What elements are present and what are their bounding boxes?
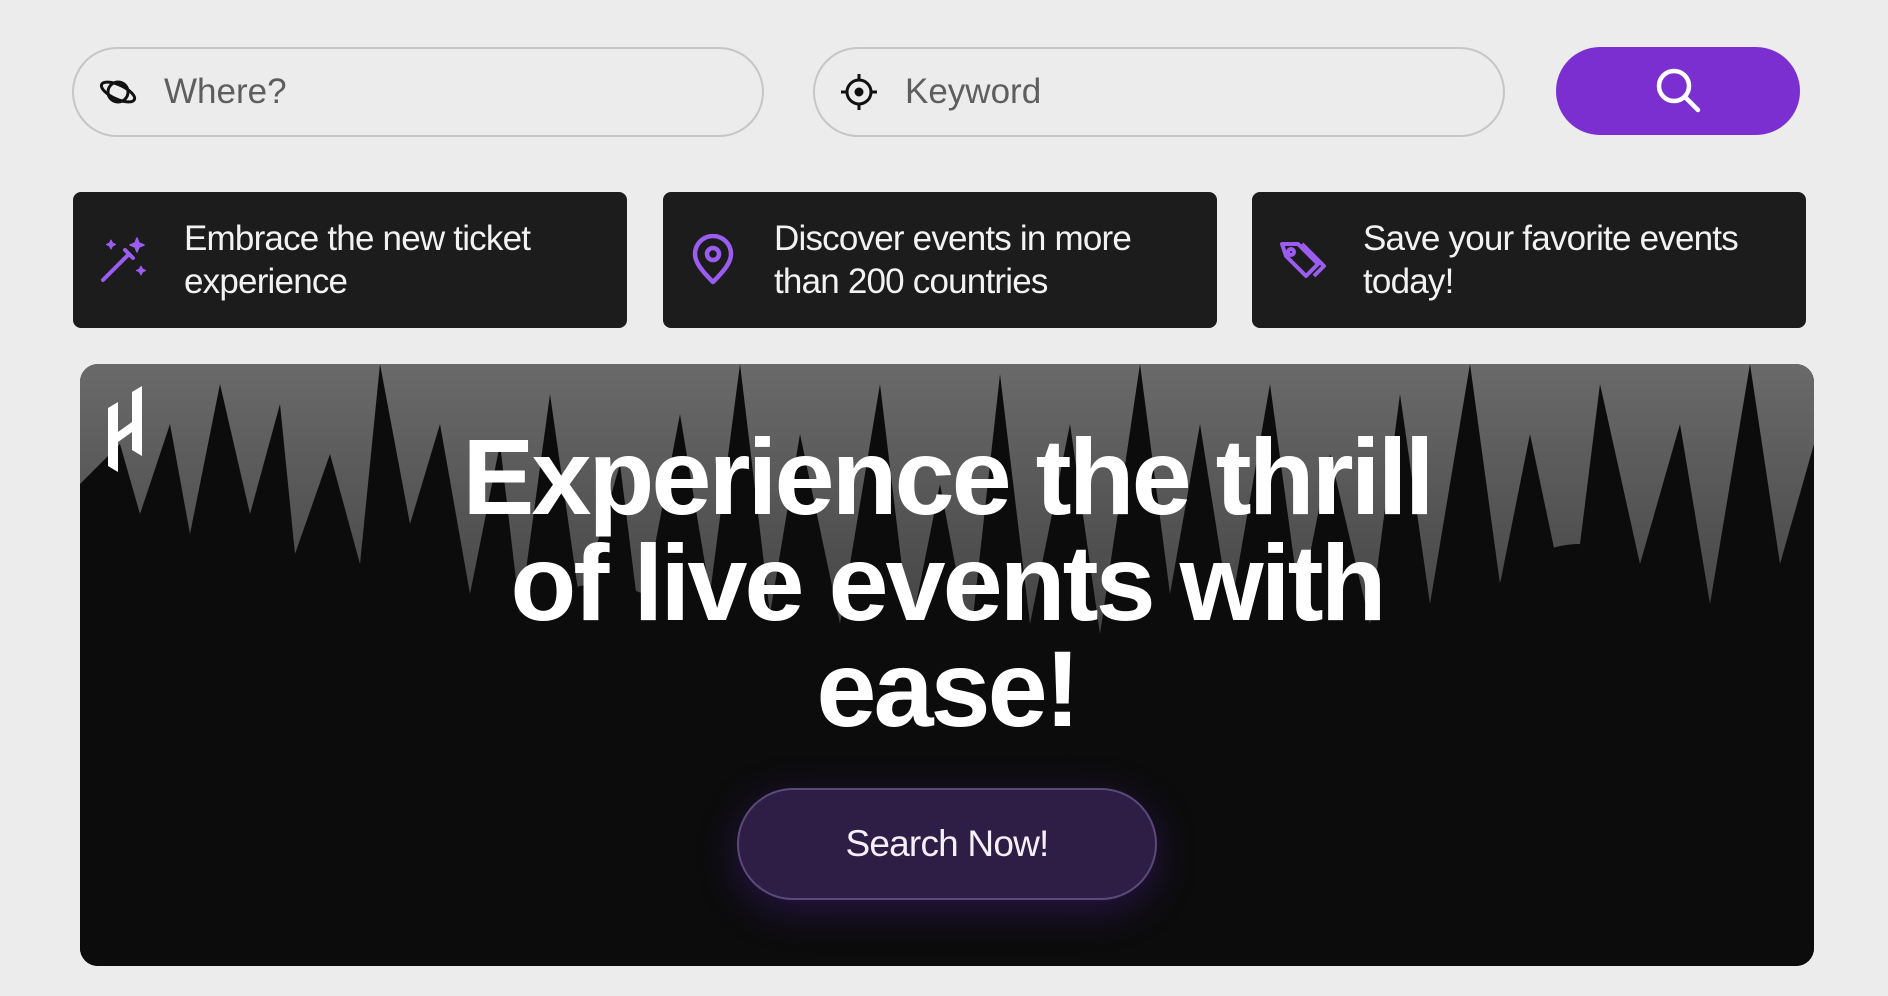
feature-text: Discover events in more than 200 countri… — [774, 219, 1132, 301]
where-input[interactable] — [162, 71, 686, 113]
crosshair-icon — [837, 70, 881, 114]
tags-icon — [1272, 230, 1332, 290]
keyword-input[interactable] — [903, 71, 1427, 113]
brand-logo — [104, 386, 148, 477]
where-field[interactable] — [72, 47, 764, 137]
magic-wand-icon — [93, 230, 153, 290]
feature-card-save: Save your favorite events today! — [1252, 192, 1806, 328]
map-pin-icon — [683, 230, 743, 290]
feature-card-ticket: Embrace the new ticket experience — [73, 192, 627, 328]
hero-banner: Experience the thrill of live events wit… — [80, 364, 1814, 966]
feature-card-countries: Discover events in more than 200 countri… — [663, 192, 1217, 328]
search-now-button[interactable]: Search Now! — [737, 788, 1157, 900]
search-icon — [1653, 65, 1703, 118]
keyword-field[interactable] — [813, 47, 1505, 137]
planet-icon — [96, 70, 140, 114]
hero-headline: Experience the thrill of live events wit… — [462, 416, 1434, 749]
feature-text: Embrace the new ticket experience — [184, 219, 531, 301]
search-button[interactable] — [1556, 47, 1800, 135]
feature-text: Save your favorite events today! — [1363, 219, 1739, 301]
